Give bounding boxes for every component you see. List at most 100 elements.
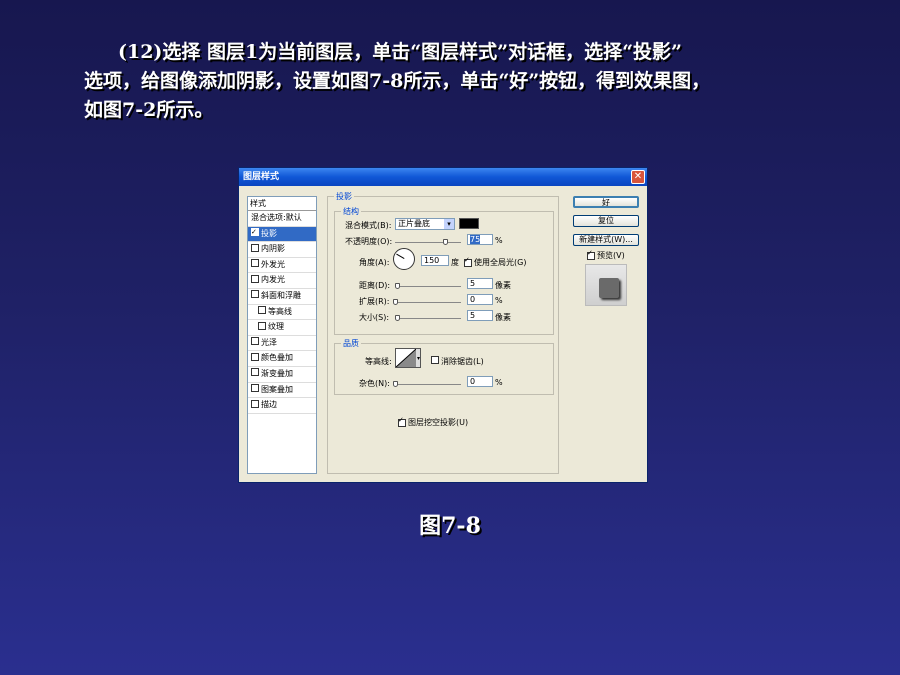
layer-style-dialog: 图层样式 ✕ 样式 混合选项:默认投影内阴影外发光内发光斜面和浮雕等高线纹理光泽…	[238, 167, 648, 483]
style-list-item[interactable]: 内阴影	[248, 242, 316, 258]
style-list-item-label: 光泽	[261, 337, 277, 347]
style-checkbox[interactable]	[251, 399, 259, 408]
style-list-item[interactable]: 等高线	[248, 305, 316, 321]
opacity-input[interactable]: 75	[467, 234, 493, 245]
style-list-item-label: 纹理	[268, 322, 284, 332]
style-list: 样式 混合选项:默认投影内阴影外发光内发光斜面和浮雕等高线纹理光泽颜色叠加渐变叠…	[247, 196, 317, 474]
style-checkbox[interactable]	[251, 337, 259, 346]
global-light-label: 使用全局光(G)	[474, 258, 527, 267]
instruction-line-2: 选项，给图像添加阴影，设置如图7-8所示，单击“好”按钮，得到效果图，	[84, 70, 711, 92]
contour-label: 等高线:	[365, 357, 392, 366]
instruction-paragraph: (12)选择 图层1为当前图层，单击“图层样式”对话框，选择“投影” 选项，给图…	[84, 38, 824, 125]
close-icon[interactable]: ✕	[631, 170, 645, 184]
size-input[interactable]: 5	[467, 310, 493, 321]
angle-input[interactable]: 150	[421, 255, 449, 266]
new-style-button[interactable]: 新建样式(W)...	[573, 234, 639, 246]
opacity-slider-track[interactable]	[395, 242, 461, 243]
noise-slider-track[interactable]	[395, 384, 461, 385]
angle-unit: 度	[451, 258, 459, 267]
svg-text:▾: ▾	[417, 355, 420, 362]
preview-label: 预览(V)	[597, 251, 625, 260]
style-checkbox[interactable]	[258, 306, 266, 315]
noise-unit: %	[495, 378, 503, 387]
style-list-item[interactable]: 纹理	[248, 320, 316, 336]
style-checkbox[interactable]	[251, 259, 259, 268]
style-list-item-label: 图案叠加	[261, 384, 293, 394]
dialog-titlebar[interactable]: 图层样式 ✕	[239, 168, 647, 186]
style-list-item[interactable]: 光泽	[248, 336, 316, 352]
figure-caption: 图7-8	[419, 513, 481, 539]
noise-slider-thumb[interactable]	[393, 381, 398, 387]
opacity-slider-thumb[interactable]	[443, 239, 448, 245]
spread-label: 扩展(R):	[359, 297, 390, 306]
distance-input[interactable]: 5	[467, 278, 493, 289]
structure-group: 结构 混合模式(B): 正片叠底 ▾ 不透明度(O): 75 % 角度(A): …	[334, 206, 554, 335]
style-checkbox[interactable]	[251, 352, 259, 361]
shadow-color-swatch[interactable]	[459, 218, 479, 229]
style-list-item[interactable]: 描边	[248, 398, 316, 414]
spread-input[interactable]: 0	[467, 294, 493, 305]
opacity-label: 不透明度(O):	[345, 237, 393, 246]
antialias-checkbox[interactable]	[431, 356, 439, 364]
antialias-label: 消除锯齿(L)	[441, 357, 484, 366]
spread-slider-track[interactable]	[395, 302, 461, 303]
size-unit: 像素	[495, 313, 511, 322]
knockout-checkbox[interactable]	[398, 416, 406, 427]
style-checkbox[interactable]	[258, 321, 266, 330]
distance-slider-thumb[interactable]	[395, 283, 400, 289]
noise-input[interactable]: 0	[467, 376, 493, 387]
style-list-item[interactable]: 混合选项:默认	[248, 211, 316, 227]
noise-label: 杂色(N):	[359, 379, 390, 388]
blend-mode-label: 混合模式(B):	[345, 221, 392, 230]
style-list-item[interactable]: 投影	[248, 226, 316, 243]
quality-title: 品质	[341, 338, 361, 349]
blend-mode-select[interactable]: 正片叠底 ▾	[395, 218, 455, 230]
style-list-item[interactable]: 颜色叠加	[248, 351, 316, 367]
contour-linear-icon: ▾	[396, 349, 420, 367]
drop-shadow-title: 投影	[334, 191, 354, 202]
reset-button[interactable]: 复位	[573, 215, 639, 227]
style-checkbox[interactable]	[251, 384, 259, 393]
preview-checkbox[interactable]	[587, 249, 595, 260]
style-list-item-label: 颜色叠加	[261, 353, 293, 363]
distance-slider-track[interactable]	[395, 286, 461, 287]
size-slider-track[interactable]	[395, 318, 461, 319]
contour-picker[interactable]: ▾	[395, 348, 421, 368]
size-slider-thumb[interactable]	[395, 315, 400, 321]
distance-unit: 像素	[495, 281, 511, 290]
style-list-item-label: 描边	[261, 400, 277, 410]
spread-unit: %	[495, 296, 503, 305]
global-light-checkbox[interactable]	[464, 256, 472, 267]
style-list-item[interactable]: 图案叠加	[248, 383, 316, 399]
knockout-label: 图层挖空投影(U)	[408, 418, 469, 427]
opacity-unit: %	[495, 236, 503, 245]
dialog-title: 图层样式	[243, 172, 280, 182]
style-checkbox[interactable]	[251, 227, 259, 240]
style-checkbox[interactable]	[251, 274, 259, 283]
style-list-item-label: 内发光	[261, 275, 285, 285]
quality-group: 品质 等高线: ▾ 消除锯齿(L) 杂色(N): 0 %	[334, 338, 554, 395]
instruction-line-3: 如图7-2所示。	[84, 99, 214, 121]
style-list-item-label: 内阴影	[261, 244, 285, 254]
angle-label: 角度(A):	[359, 258, 390, 267]
preview-thumbnail	[585, 264, 627, 306]
style-list-item[interactable]: 渐变叠加	[248, 367, 316, 383]
ok-button[interactable]: 好	[573, 196, 639, 208]
drop-shadow-panel: 投影 结构 混合模式(B): 正片叠底 ▾ 不透明度(O): 75 % 角度(A…	[327, 191, 559, 474]
angle-dial-icon[interactable]	[393, 248, 415, 270]
instruction-line-1: (12)选择 图层1为当前图层，单击“图层样式”对话框，选择“投影”	[118, 41, 682, 63]
style-list-item[interactable]: 外发光	[248, 258, 316, 274]
style-checkbox[interactable]	[251, 368, 259, 377]
style-list-item[interactable]: 斜面和浮雕	[248, 289, 316, 305]
style-checkbox[interactable]	[251, 290, 259, 299]
style-list-item[interactable]: 内发光	[248, 273, 316, 289]
structure-title: 结构	[341, 206, 361, 217]
style-list-item-label: 等高线	[268, 306, 292, 316]
spread-slider-thumb[interactable]	[393, 299, 398, 305]
size-label: 大小(S):	[359, 313, 390, 322]
style-list-item-label: 外发光	[261, 259, 285, 269]
style-list-item-label: 混合选项:默认	[251, 213, 302, 222]
style-checkbox[interactable]	[251, 243, 259, 252]
style-list-item-label: 斜面和浮雕	[261, 290, 301, 300]
style-list-header: 样式	[248, 197, 316, 211]
